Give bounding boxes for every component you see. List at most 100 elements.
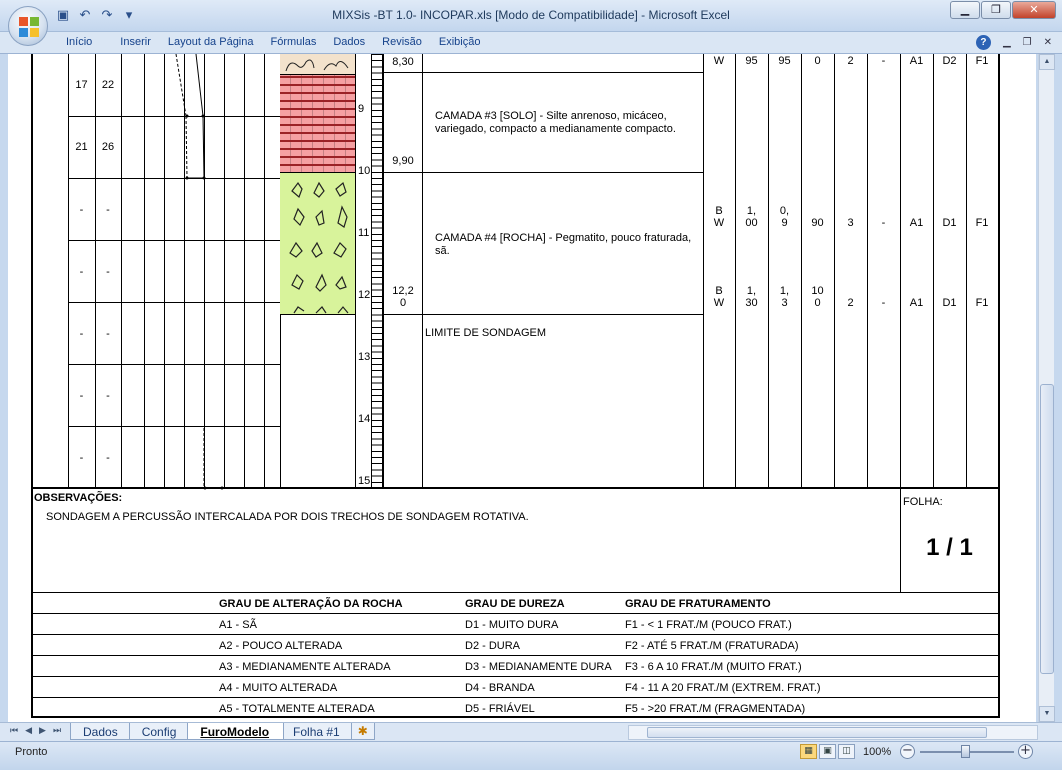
tab-dados[interactable]: Dados [333, 36, 382, 48]
rock-extra: - [881, 297, 886, 309]
zoom-level[interactable]: 100% [863, 746, 891, 758]
depth-mark: 9 [358, 103, 365, 115]
zoom-in-button[interactable]: + [1018, 744, 1033, 759]
depth-mark: 10 [358, 165, 371, 177]
minimize-button[interactable]: ▁ [950, 1, 980, 19]
folha-label: FOLHA: [903, 496, 943, 508]
rock-fracturing: F1 [975, 55, 989, 67]
zoom-slider-handle[interactable] [961, 745, 970, 758]
spt-value: - [79, 204, 84, 216]
doc-restore-button[interactable]: ❐ [1023, 37, 1032, 48]
legend-cell: A5 - TOTALMENTE ALTERADA [219, 703, 375, 715]
rock-extra: - [881, 55, 886, 67]
spt-graph [175, 54, 224, 490]
horizontal-scroll-thumb[interactable] [647, 727, 987, 738]
layer-depth: 8,30 [392, 56, 414, 68]
legend-cell: D5 - FRIÁVEL [465, 703, 535, 715]
worksheet-grid[interactable]: 17 22 21 26 - - - - - - - - - - 9 10 11 … [8, 54, 1036, 722]
spt-value: 21 [75, 141, 88, 153]
tab-inicio[interactable]: Início [66, 36, 120, 48]
close-button[interactable]: ✕ [1012, 1, 1056, 19]
grid-line [933, 54, 934, 488]
help-icon[interactable]: ? [975, 35, 991, 50]
grid-line [900, 54, 901, 488]
window-title: MIXSis -BT 1.0- INCOPAR.xls [Modo de Com… [332, 8, 730, 22]
spt-value: - [106, 328, 110, 340]
tab-revisao[interactable]: Revisão [382, 36, 439, 48]
tab-formulas[interactable]: Fórmulas [271, 36, 334, 48]
next-sheet-icon[interactable]: ▶ [39, 726, 46, 736]
sheet-tab-config[interactable]: Config [128, 723, 192, 740]
zoom-out-button[interactable]: − [900, 744, 915, 759]
depth-mark: 14 [358, 413, 371, 425]
grid-line [703, 54, 704, 488]
frame-bottom [31, 716, 1000, 718]
legend-cell: D1 - MUITO DURA [465, 619, 559, 631]
grid-line [244, 54, 245, 488]
sheet-tab-furomodelo[interactable]: FuroModelo [187, 723, 285, 740]
tab-exibicao[interactable]: Exibição [439, 36, 498, 48]
spt-value: - [106, 204, 110, 216]
folha-value: 1 / 1 [926, 534, 973, 561]
insert-sheet-icon[interactable]: ✱ [350, 723, 375, 740]
vertical-scroll-thumb[interactable] [1040, 384, 1054, 674]
sand-layer-pattern [280, 54, 355, 74]
horizontal-scrollbar[interactable] [628, 725, 1038, 740]
grid-line [355, 54, 356, 488]
office-button[interactable] [8, 6, 48, 46]
prev-sheet-icon[interactable]: ◀ [25, 726, 32, 736]
rock-fractures: 2 [847, 297, 854, 309]
legend-cell: F1 - < 1 FRAT./M (POUCO FRAT.) [625, 619, 792, 631]
ribbon-right-controls: ? ▁ ❐ ✕ [975, 35, 1052, 50]
grid-line [966, 54, 967, 488]
depth-mark: 12 [358, 289, 371, 301]
grid-line [867, 54, 868, 488]
doc-close-button[interactable]: ✕ [1044, 37, 1052, 48]
layer-boundary [383, 72, 703, 73]
grid-line [121, 54, 122, 488]
page-layout-view-button[interactable]: ▣ [819, 744, 836, 759]
last-sheet-icon[interactable]: ⏭ [53, 726, 61, 736]
normal-view-button[interactable]: ▦ [800, 744, 817, 759]
rock-loss: 0 [814, 55, 821, 67]
page-break-view-button[interactable]: ◫ [838, 744, 855, 759]
view-buttons: ▦ ▣ ◫ [800, 744, 855, 759]
layer-boundary [383, 314, 703, 315]
sheet-tab-folha-1[interactable]: Folha #1 [280, 723, 355, 740]
spt-value: - [79, 328, 84, 340]
grid-line [31, 697, 1000, 698]
grid-line [31, 634, 1000, 635]
rock-recovery: 1, 30 [745, 285, 758, 309]
legend-cell: F3 - 6 A 10 FRAT./M (MUITO FRAT.) [625, 661, 802, 673]
first-sheet-icon[interactable]: ⏮ [10, 726, 18, 736]
sheet-tab-dados[interactable]: Dados [70, 723, 133, 740]
legend-cell: D3 - MEDIANAMENTE DURA [465, 661, 612, 673]
rock-alteration: A1 [909, 297, 924, 309]
rock-rqd: 95 [778, 55, 791, 67]
rock-hardness: D1 [942, 217, 957, 229]
tab-layout-da-pagina[interactable]: Layout da Página [168, 36, 271, 48]
layer-description: CAMADA #4 [ROCHA] - Pegmatito, pouco fra… [435, 232, 692, 257]
restore-button[interactable]: ❐ [981, 1, 1011, 19]
rock-rqd: 0, 9 [779, 205, 790, 229]
observacoes-label: OBSERVAÇÕES: [34, 492, 123, 504]
legend-cell: A1 - SÃ [219, 619, 257, 631]
spt-value: - [106, 266, 110, 278]
scroll-up-button[interactable]: ▲ [1039, 54, 1055, 70]
frame-right [998, 54, 1000, 718]
spt-value: 22 [101, 79, 115, 91]
rock-diameter: B W [713, 205, 725, 229]
grid-line [264, 54, 265, 488]
depth-mark: 15 [358, 475, 371, 487]
depth-scale [371, 54, 383, 488]
rock-rqd: 1, 3 [779, 285, 790, 309]
vertical-scrollbar[interactable]: ▲ ▼ [1038, 54, 1055, 722]
spt-value: - [106, 452, 110, 464]
scroll-down-button[interactable]: ▼ [1039, 706, 1055, 722]
grid-line [801, 54, 802, 488]
status-bar: Pronto ▦ ▣ ◫ 100% − + [0, 741, 1062, 770]
rock-fractures: 3 [847, 217, 854, 229]
tab-inserir[interactable]: Inserir [120, 36, 168, 48]
doc-minimize-button[interactable]: ▁ [1003, 37, 1011, 48]
grid-line [31, 655, 1000, 656]
